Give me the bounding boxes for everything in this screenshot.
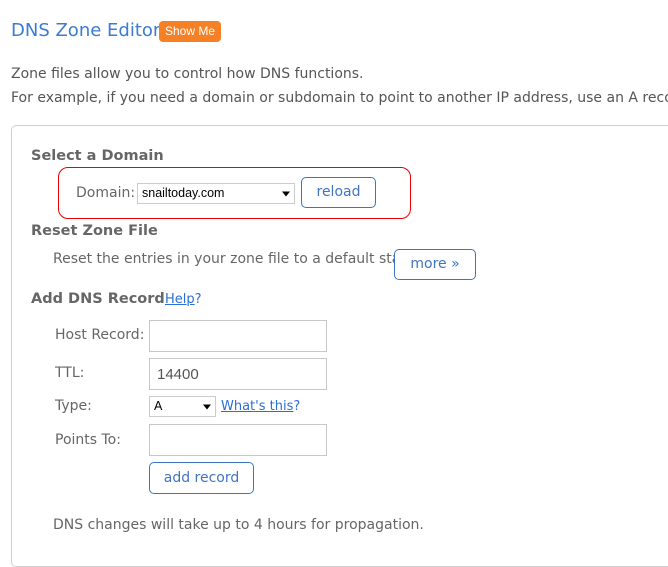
type-select-value: A bbox=[154, 399, 163, 413]
page-title: DNS Zone Editor bbox=[11, 20, 161, 41]
domain-select[interactable]: snailtoday.com bbox=[137, 183, 295, 204]
domain-label: Domain: bbox=[76, 185, 136, 201]
chevron-down-icon bbox=[282, 191, 290, 196]
whats-this-suffix: ? bbox=[293, 399, 301, 414]
reset-zone-heading: Reset Zone File bbox=[31, 223, 158, 239]
show-me-button[interactable]: Show Me bbox=[159, 21, 221, 42]
propagation-note: DNS changes will take up to 4 hours for … bbox=[53, 517, 424, 533]
host-record-input[interactable] bbox=[149, 320, 327, 352]
ttl-input[interactable] bbox=[149, 358, 327, 390]
reload-button[interactable]: reload bbox=[301, 177, 376, 208]
add-record-heading: Add DNS Record bbox=[31, 291, 165, 307]
help-link[interactable]: Help bbox=[165, 292, 195, 307]
add-record-button[interactable]: add record bbox=[149, 462, 254, 494]
help-suffix: ? bbox=[194, 292, 202, 307]
intro-line-2: For example, if you need a domain or sub… bbox=[11, 90, 668, 106]
chevron-down-icon bbox=[203, 404, 211, 409]
whats-this-link[interactable]: What's this bbox=[221, 399, 293, 414]
reset-zone-description: Reset the entries in your zone file to a… bbox=[53, 251, 419, 267]
points-to-input[interactable] bbox=[149, 424, 327, 456]
host-record-label: Host Record: bbox=[55, 327, 145, 343]
more-button[interactable]: more » bbox=[394, 249, 476, 280]
points-to-label: Points To: bbox=[55, 432, 121, 448]
type-select[interactable]: A bbox=[149, 396, 216, 417]
intro-line-1: Zone files allow you to control how DNS … bbox=[11, 66, 364, 82]
type-label: Type: bbox=[55, 398, 92, 414]
select-domain-heading: Select a Domain bbox=[31, 148, 164, 164]
domain-select-value: snailtoday.com bbox=[142, 186, 225, 200]
ttl-label: TTL: bbox=[55, 365, 85, 381]
